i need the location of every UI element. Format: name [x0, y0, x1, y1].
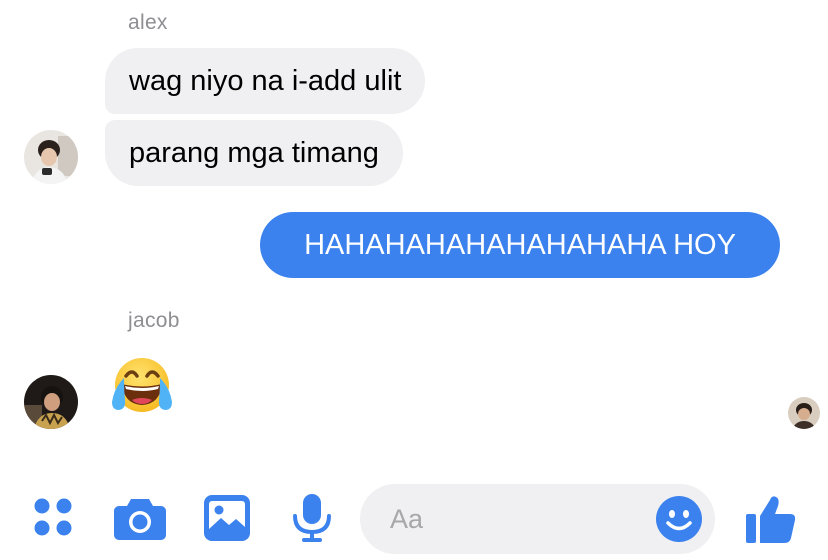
message-bubble-outgoing[interactable]: HAHAHAHAHAHAHAHAHA HOY — [260, 212, 780, 278]
thumbs-up-icon[interactable] — [744, 492, 798, 546]
chat-screen: alex wag niyo na i-add ulit parang mga t… — [0, 0, 828, 560]
message-text: wag niyo na i-add ulit — [129, 65, 402, 97]
camera-icon[interactable] — [114, 496, 166, 540]
sender-name-alex: alex — [128, 11, 168, 34]
avatar-alex[interactable] — [24, 130, 78, 184]
read-receipt-avatar — [788, 397, 820, 429]
message-text: HAHAHAHAHAHAHAHAHA HOY — [304, 229, 736, 261]
emoji-icon[interactable] — [655, 495, 703, 548]
tears-of-joy-emoji-icon[interactable] — [108, 356, 176, 421]
avatar-jacob[interactable] — [24, 375, 78, 429]
more-apps-icon[interactable] — [33, 496, 73, 538]
message-bubble-incoming[interactable]: wag niyo na i-add ulit — [105, 48, 426, 114]
message-text: parang mga timang — [129, 137, 379, 169]
message-input-placeholder: Aa — [390, 504, 424, 534]
message-bubble-incoming[interactable]: parang mga timang — [105, 120, 403, 186]
microphone-icon[interactable] — [292, 494, 332, 544]
sender-name-jacob: jacob — [128, 309, 180, 332]
gallery-icon[interactable] — [204, 495, 250, 541]
message-input[interactable]: Aa — [360, 484, 715, 554]
